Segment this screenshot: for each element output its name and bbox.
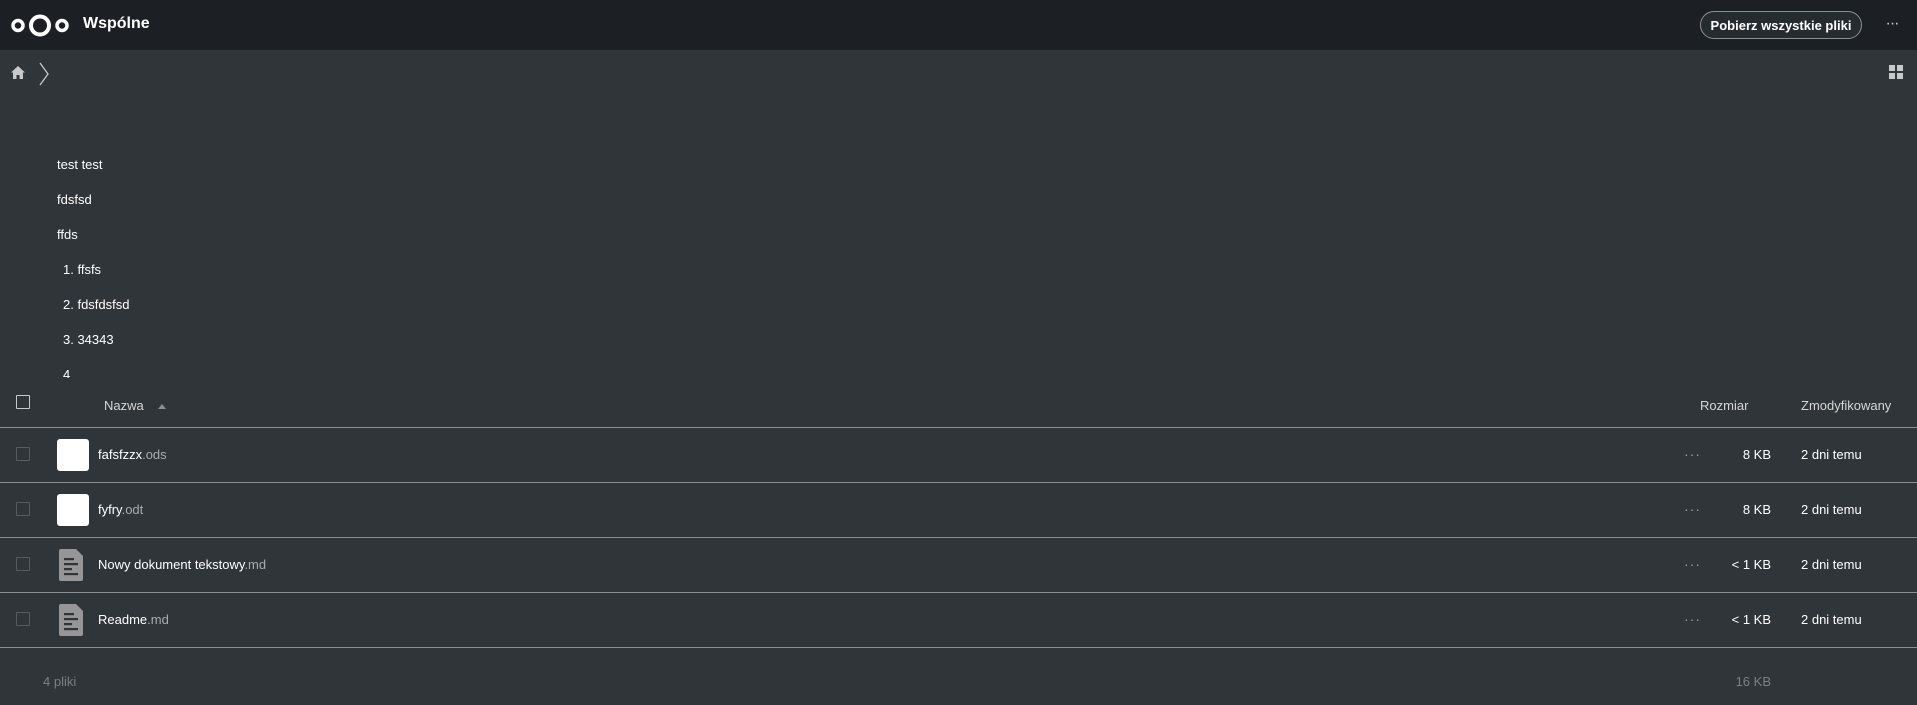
readme-paragraph: test test <box>57 157 103 172</box>
file-list-header: Nazwa Rozmiar Zmodyfikowany <box>0 392 1917 428</box>
file-extension: .md <box>147 612 169 627</box>
row-checkbox[interactable] <box>16 612 30 626</box>
file-basename: fyfry <box>98 502 122 517</box>
readme-paragraph: fdsfsd <box>57 192 92 207</box>
share-title: Wspólne <box>83 15 150 32</box>
file-basename: Nowy dokument tekstowy <box>98 557 245 572</box>
file-size: < 1 KB <box>1731 612 1771 627</box>
file-modified: 2 dni temu <box>1801 612 1862 627</box>
chevron-right-icon <box>39 62 49 86</box>
readme-paragraph: ffds <box>57 227 78 242</box>
file-basename: Readme <box>98 612 148 627</box>
spreadsheet-thumbnail-icon <box>57 439 89 471</box>
column-name-header[interactable]: Nazwa <box>104 398 144 413</box>
file-size: 8 KB <box>1742 502 1771 517</box>
readme-preview: test test fdsfsd ffds 1. ffsfs 2. fdsfds… <box>57 150 457 378</box>
file-row[interactable]: fafsfzzx.ods ··· 8 KB 2 dni temu <box>0 428 1917 483</box>
readme-list-item: 2. fdsfdsfsd <box>63 297 130 312</box>
file-modified: 2 dni temu <box>1801 502 1862 517</box>
file-row[interactable]: Nowy dokument tekstowy.md ··· < 1 KB 2 d… <box>0 538 1917 593</box>
file-actions-icon[interactable]: ··· <box>1684 502 1701 516</box>
file-extension: .ods <box>142 447 167 462</box>
file-basename: fafsfzzx <box>98 447 143 462</box>
file-modified: 2 dni temu <box>1801 447 1862 462</box>
file-row[interactable]: fyfry.odt ··· 8 KB 2 dni temu <box>0 483 1917 538</box>
column-size-header[interactable]: Rozmiar <box>1700 398 1748 413</box>
top-header: Wspólne Pobierz wszystkie pliki ··· <box>0 0 1917 50</box>
file-count-summary: 4 pliki <box>43 674 77 689</box>
readme-list-item: 4 <box>63 367 71 378</box>
file-actions-icon[interactable]: ··· <box>1684 447 1701 461</box>
file-size: < 1 KB <box>1731 557 1771 572</box>
total-size-summary: 16 KB <box>1735 674 1771 689</box>
nextcloud-logo-icon[interactable] <box>10 13 70 38</box>
file-modified: 2 dni temu <box>1801 557 1862 572</box>
file-extension: .md <box>244 557 267 572</box>
row-checkbox[interactable] <box>16 557 30 571</box>
file-size: 8 KB <box>1742 447 1771 462</box>
sort-ascending-icon[interactable] <box>158 404 166 409</box>
row-checkbox[interactable] <box>16 502 30 516</box>
text-file-icon <box>59 549 83 581</box>
column-modified-header[interactable]: Zmodyfikowany <box>1801 398 1891 413</box>
file-name[interactable]: fyfry.odt <box>98 502 143 517</box>
file-name[interactable]: fafsfzzx.ods <box>98 447 167 462</box>
grid-view-icon[interactable] <box>1889 65 1903 79</box>
document-thumbnail-icon <box>57 494 89 526</box>
file-row[interactable]: Readme.md ··· < 1 KB 2 dni temu <box>0 593 1917 648</box>
file-name[interactable]: Readme.md <box>98 612 169 627</box>
download-all-button[interactable]: Pobierz wszystkie pliki <box>1700 11 1862 39</box>
more-menu-icon[interactable]: ··· <box>1880 14 1904 36</box>
file-actions-icon[interactable]: ··· <box>1684 557 1701 571</box>
readme-list-item: 1. ffsfs <box>63 262 102 277</box>
text-file-icon <box>59 604 83 636</box>
select-all-checkbox[interactable] <box>16 395 30 409</box>
home-icon[interactable] <box>10 65 26 81</box>
file-actions-icon[interactable]: ··· <box>1684 612 1701 626</box>
file-name[interactable]: Nowy dokument tekstowy.md <box>98 557 266 572</box>
row-checkbox[interactable] <box>16 447 30 461</box>
file-extension: .odt <box>121 502 144 517</box>
readme-list: 1. ffsfs 2. fdsfdsfsd 3. 34343 4 <box>57 255 457 378</box>
readme-list-item: 3. 34343 <box>63 332 114 347</box>
